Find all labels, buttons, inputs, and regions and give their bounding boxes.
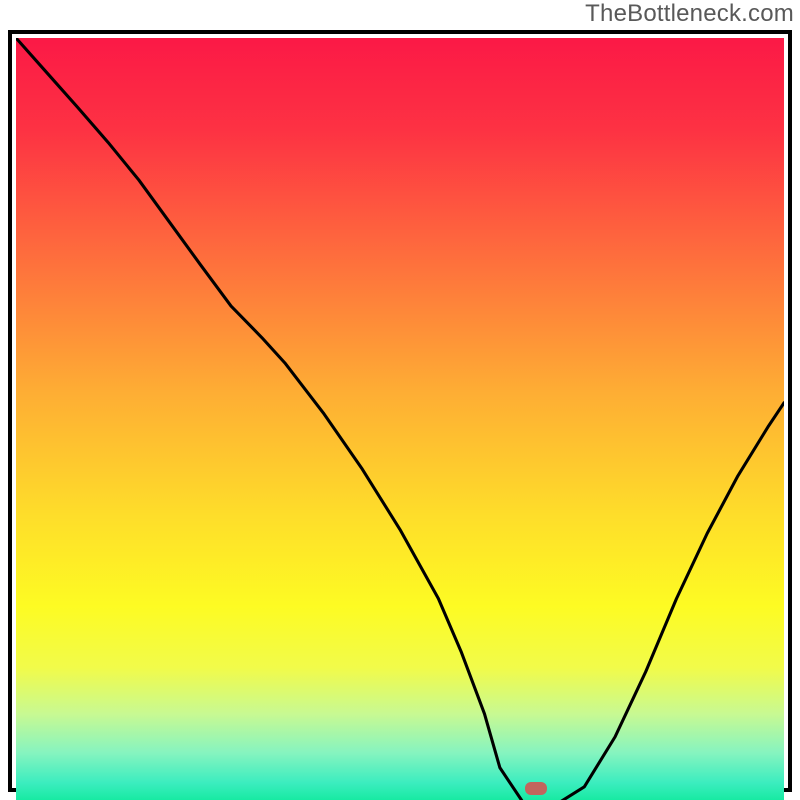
plot-area [16, 38, 784, 784]
chart-frame [8, 30, 792, 792]
bottleneck-curve [16, 38, 784, 800]
watermark-text: TheBottleneck.com [585, 0, 794, 28]
bottleneck-marker [525, 782, 547, 795]
page-root: TheBottleneck.com [0, 0, 800, 800]
